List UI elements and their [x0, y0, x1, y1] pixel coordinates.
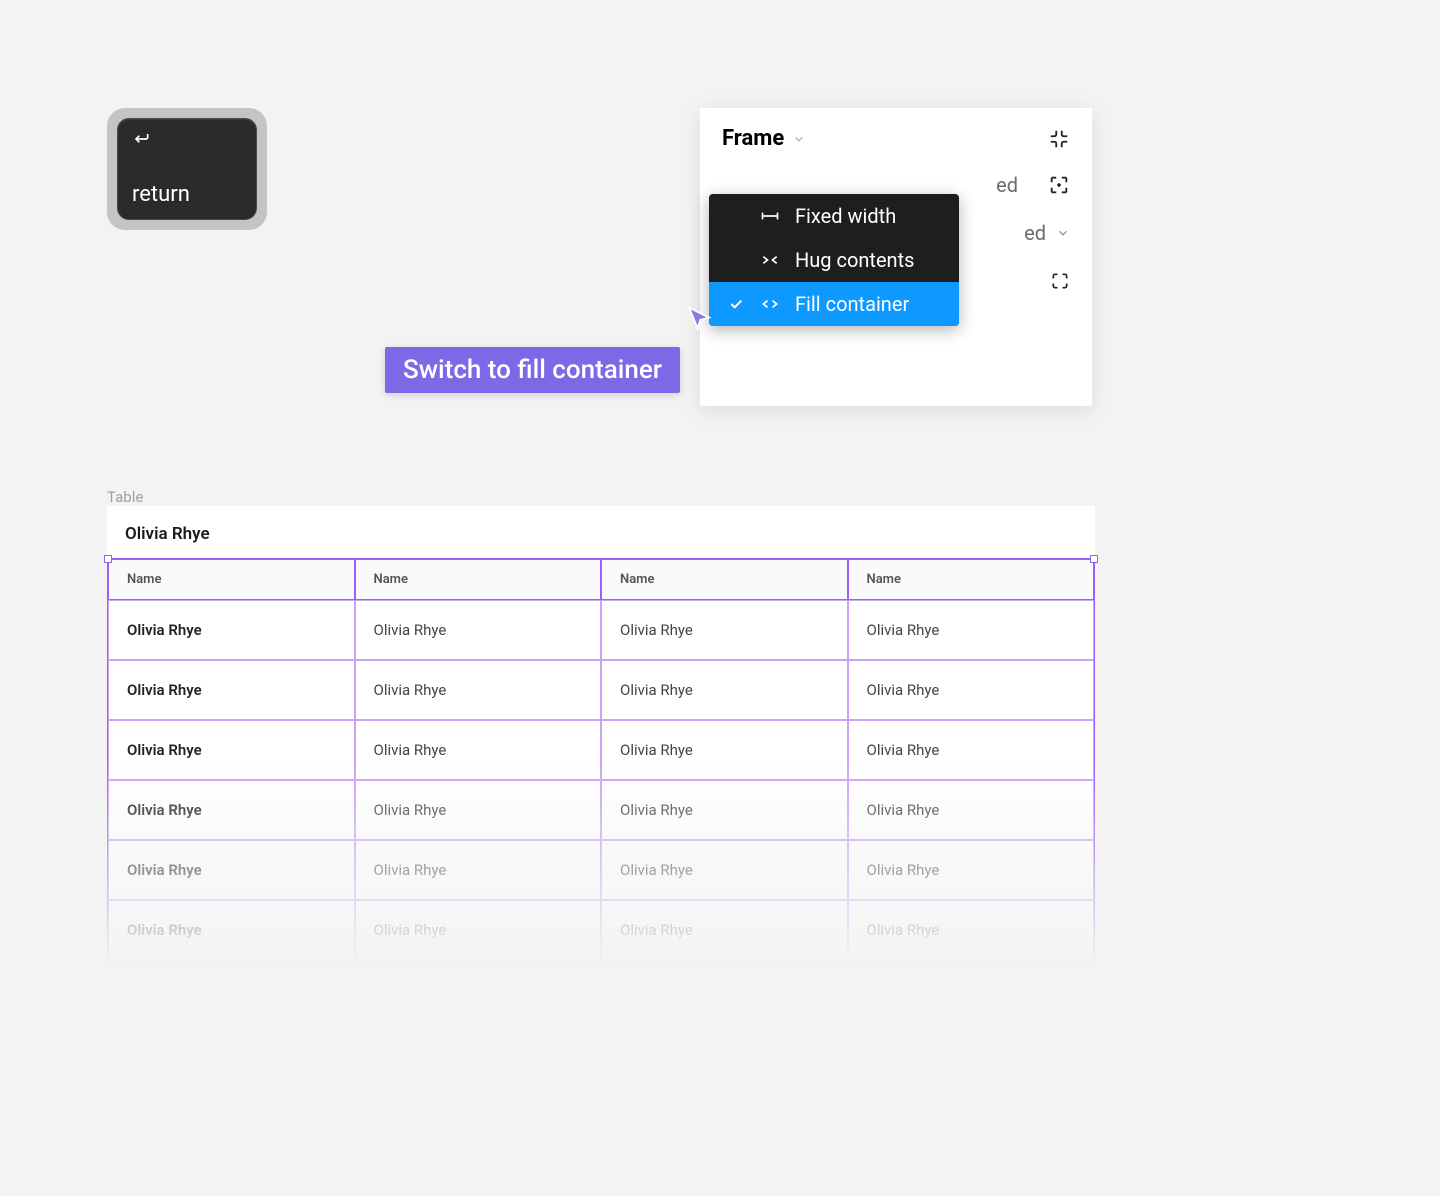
fill-container-icon — [759, 297, 781, 311]
return-key-label: return — [132, 182, 190, 207]
table-cell: Olivia Rhye — [848, 600, 1095, 660]
return-key-cap: return — [117, 118, 257, 220]
table-cell: Olivia Rhye — [108, 840, 355, 900]
table-row[interactable]: Olivia RhyeOlivia RhyeOlivia RhyeOlivia … — [108, 600, 1094, 660]
table-cell: Olivia Rhye — [108, 600, 355, 660]
tooltip-label: Switch to fill container — [385, 347, 680, 393]
resize-to-fit-icon[interactable] — [1048, 128, 1070, 150]
table-cell: Olivia Rhye — [355, 780, 602, 840]
dropdown-item-fill-container[interactable]: Fill container — [709, 282, 959, 326]
table-cell: Olivia Rhye — [601, 780, 848, 840]
height-mode-text[interactable]: ed — [1024, 221, 1046, 245]
table-row[interactable]: Olivia RhyeOlivia RhyeOlivia RhyeOlivia … — [108, 840, 1094, 900]
table-row[interactable]: Olivia RhyeOlivia RhyeOlivia RhyeOlivia … — [108, 660, 1094, 720]
table: NameNameNameNameOlivia RhyeOlivia RhyeOl… — [107, 558, 1095, 961]
table-cell: Olivia Rhye — [601, 720, 848, 780]
table-header-cell[interactable]: Name — [355, 559, 602, 600]
table-frame[interactable]: Olivia Rhye NameNameNameNameOlivia RhyeO… — [107, 506, 1095, 961]
selection-handle[interactable] — [104, 555, 112, 563]
table-cell: Olivia Rhye — [355, 600, 602, 660]
table-cell: Olivia Rhye — [848, 900, 1095, 960]
table-cell: Olivia Rhye — [601, 900, 848, 960]
width-mode-text[interactable]: ed — [996, 173, 1018, 197]
table-cell: Olivia Rhye — [848, 660, 1095, 720]
table-cell: Olivia Rhye — [355, 840, 602, 900]
return-key[interactable]: return — [107, 108, 267, 230]
table-cell: Olivia Rhye — [108, 900, 355, 960]
table-header-cell[interactable]: Name — [108, 559, 355, 600]
table-header-cell[interactable]: Name — [601, 559, 848, 600]
selection-handle[interactable] — [1090, 555, 1098, 563]
chevron-down-icon — [792, 132, 806, 146]
fixed-width-icon — [759, 209, 781, 223]
dropdown-item-label: Fixed width — [795, 204, 896, 228]
table-cell: Olivia Rhye — [355, 720, 602, 780]
table-cell: Olivia Rhye — [848, 720, 1095, 780]
dropdown-item-label: Fill container — [795, 292, 909, 316]
table-header-cell[interactable]: Name — [848, 559, 1095, 600]
table-cell: Olivia Rhye — [601, 600, 848, 660]
dropdown-item-fixed-width[interactable]: Fixed width — [709, 194, 959, 238]
table-cell: Olivia Rhye — [108, 720, 355, 780]
table-cell: Olivia Rhye — [108, 660, 355, 720]
check-icon — [727, 296, 745, 312]
panel-header: Frame — [700, 108, 1092, 161]
table-cell: Olivia Rhye — [848, 840, 1095, 900]
panel-title-group[interactable]: Frame — [722, 126, 806, 151]
table-cell: Olivia Rhye — [601, 840, 848, 900]
hug-contents-icon — [759, 253, 781, 267]
dropdown-item-hug-contents[interactable]: Hug contents — [709, 238, 959, 282]
independent-corners-icon[interactable] — [1050, 271, 1070, 291]
return-icon — [130, 129, 152, 149]
table-cell: Olivia Rhye — [355, 660, 602, 720]
table-cell: Olivia Rhye — [108, 780, 355, 840]
table-frame-label[interactable]: Table — [107, 488, 143, 506]
table-row[interactable]: Olivia RhyeOlivia RhyeOlivia RhyeOlivia … — [108, 900, 1094, 960]
width-mode-dropdown: Fixed width Hug contents Fill container — [709, 194, 959, 326]
panel-title: Frame — [722, 126, 784, 151]
table-title: Olivia Rhye — [107, 506, 1095, 558]
fit-frame-icon[interactable] — [1048, 174, 1070, 196]
table-cell: Olivia Rhye — [355, 900, 602, 960]
dropdown-item-label: Hug contents — [795, 248, 914, 272]
table-row[interactable]: Olivia RhyeOlivia RhyeOlivia RhyeOlivia … — [108, 720, 1094, 780]
table-cell: Olivia Rhye — [601, 660, 848, 720]
cursor-icon — [684, 305, 714, 335]
table-cell: Olivia Rhye — [848, 780, 1095, 840]
table-row[interactable]: Olivia RhyeOlivia RhyeOlivia RhyeOlivia … — [108, 780, 1094, 840]
chevron-down-icon[interactable] — [1056, 226, 1070, 240]
